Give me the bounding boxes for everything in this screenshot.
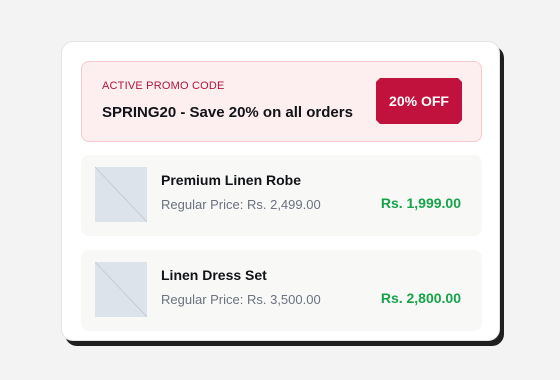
promo-banner: ACTIVE PROMO CODE SPRING20 - Save 20% on… [81,61,482,142]
promo-card: ACTIVE PROMO CODE SPRING20 - Save 20% on… [61,41,500,341]
product-name: Linen Dress Set [161,267,267,283]
product-name: Premium Linen Robe [161,172,302,188]
product-sale-price: Rs. 2,800.00 [380,290,461,306]
promo-description: SPRING20 - Save 20% on all orders [102,104,353,121]
image-placeholder-icon [95,167,147,222]
product-thumbnail [95,262,147,317]
image-placeholder-icon [95,262,147,317]
promo-label: ACTIVE PROMO CODE [102,80,225,92]
product-thumbnail [95,167,147,222]
discount-badge: 20% OFF [376,78,462,124]
product-regular-price: Regular Price: Rs. 2,499.00 [161,197,321,212]
product-regular-price: Regular Price: Rs. 3,500.00 [161,292,321,307]
product-item[interactable]: Premium Linen Robe Regular Price: Rs. 2,… [81,155,482,236]
product-sale-price: Rs. 1,999.00 [380,195,461,211]
product-item[interactable]: Linen Dress Set Regular Price: Rs. 3,500… [81,250,482,331]
